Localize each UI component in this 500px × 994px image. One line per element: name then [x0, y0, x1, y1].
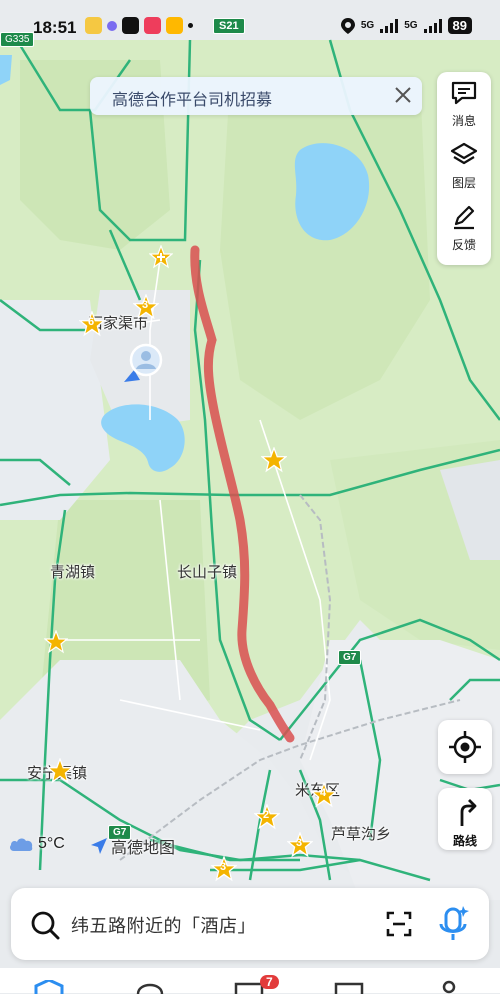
- poi-count: 3: [142, 299, 149, 311]
- poi-star-marker[interactable]: [260, 446, 288, 473]
- signal-5g-1-label: 5G: [360, 20, 375, 31]
- poi-star-marker[interactable]: [43, 629, 69, 654]
- signal-bars-2-icon: [423, 18, 442, 33]
- message-icon: [451, 81, 477, 105]
- status-time: 18:51: [33, 18, 77, 37]
- poi-star-marker[interactable]: 2: [253, 803, 281, 830]
- status-right-icons: 5G 5G 89: [340, 17, 472, 34]
- dot-icon: [188, 23, 193, 28]
- route-button[interactable]: 路线: [438, 788, 492, 850]
- poi-star-plus-icon[interactable]: [149, 245, 173, 269]
- star-icon: [260, 446, 288, 473]
- signal-bars-icon: [380, 18, 399, 33]
- temperature-label: 5°C: [38, 835, 65, 852]
- user-avatar-icon: [124, 343, 163, 382]
- search-input[interactable]: 纬五路附近的「酒店」: [71, 912, 256, 938]
- music-app-icon: [144, 17, 161, 34]
- poi-count: 3: [296, 837, 303, 849]
- scan-icon[interactable]: [385, 910, 413, 938]
- locate-me-button[interactable]: [438, 720, 492, 774]
- tiktok-app-icon: [122, 17, 139, 34]
- poi-star-marker[interactable]: [46, 757, 74, 784]
- layers-button[interactable]: 图层: [437, 142, 491, 191]
- search-icon: [31, 911, 60, 940]
- feedback-button[interactable]: 反馈: [437, 204, 491, 253]
- brand-logo: 高德地图: [90, 834, 175, 858]
- status-bar: 18:51 S21 5G 5G 89 G335: [0, 0, 500, 58]
- feedback-label: 反馈: [451, 238, 476, 252]
- place-label-town-2[interactable]: 青湖镇: [50, 561, 95, 582]
- poi-star-marker[interactable]: 3: [132, 293, 160, 320]
- place-label-township-1[interactable]: 芦草沟乡: [331, 823, 391, 844]
- poi-star-marker[interactable]: 4: [310, 781, 338, 808]
- poi-count: 2: [263, 809, 270, 821]
- bottom-navigation: [0, 968, 500, 994]
- taxi-tab-icon[interactable]: [334, 982, 364, 994]
- search-bar[interactable]: 纬五路附近的「酒店」: [11, 888, 489, 960]
- nearby-tab-icon[interactable]: [136, 980, 164, 994]
- signal-5g-2-label: 5G: [404, 20, 418, 31]
- poi-star-marker[interactable]: 6: [78, 310, 106, 337]
- map-canvas[interactable]: [0, 0, 500, 993]
- promo-banner[interactable]: 高德合作平台司机招募: [90, 77, 422, 115]
- place-label-town-3[interactable]: 长山子镇: [177, 561, 237, 582]
- notification-badge: 7: [260, 975, 279, 989]
- weather-widget[interactable]: 5°C: [8, 835, 65, 853]
- messages-label: 消息: [451, 114, 476, 128]
- road-badge-s21: S21: [213, 18, 245, 34]
- browser-app-icon: [107, 20, 117, 31]
- battery-indicator: 89: [447, 17, 472, 34]
- profile-tab-icon[interactable]: [436, 980, 462, 994]
- poi-star-marker[interactable]: 3: [286, 831, 314, 858]
- route-label: 路线: [452, 834, 477, 848]
- navigation-arrow-icon: [91, 838, 107, 854]
- messages-button[interactable]: 消息: [437, 80, 491, 129]
- star-icon: [46, 757, 74, 784]
- crosshair-icon: [449, 731, 481, 763]
- voice-assistant-icon[interactable]: [437, 904, 471, 944]
- right-tool-panel: 消息 图层 反馈: [437, 72, 491, 265]
- layers-label: 图层: [451, 176, 476, 190]
- route-turn-icon: [460, 799, 477, 826]
- notes-app-icon: [85, 17, 102, 34]
- poi-count: 3: [220, 861, 227, 873]
- poi-star-marker[interactable]: 3: [210, 855, 238, 882]
- close-icon[interactable]: [392, 84, 414, 106]
- road-badge-g7-right: G7: [338, 650, 362, 665]
- layers-icon: [450, 142, 478, 165]
- star-icon: [43, 629, 69, 654]
- user-location-marker[interactable]: [122, 342, 166, 386]
- brand-name: 高德地图: [111, 840, 176, 857]
- road-badge-g335: G335: [0, 32, 35, 47]
- poi-count: 6: [88, 316, 95, 328]
- status-app-icons: [85, 17, 193, 34]
- food-app-icon: [166, 17, 183, 34]
- banner-text[interactable]: 高德合作平台司机招募: [112, 86, 272, 110]
- location-icon: [340, 17, 355, 34]
- home-tab-icon[interactable]: [34, 980, 64, 994]
- poi-count: 4: [320, 787, 327, 799]
- cloud-icon: [10, 838, 33, 851]
- edit-icon: [454, 205, 475, 230]
